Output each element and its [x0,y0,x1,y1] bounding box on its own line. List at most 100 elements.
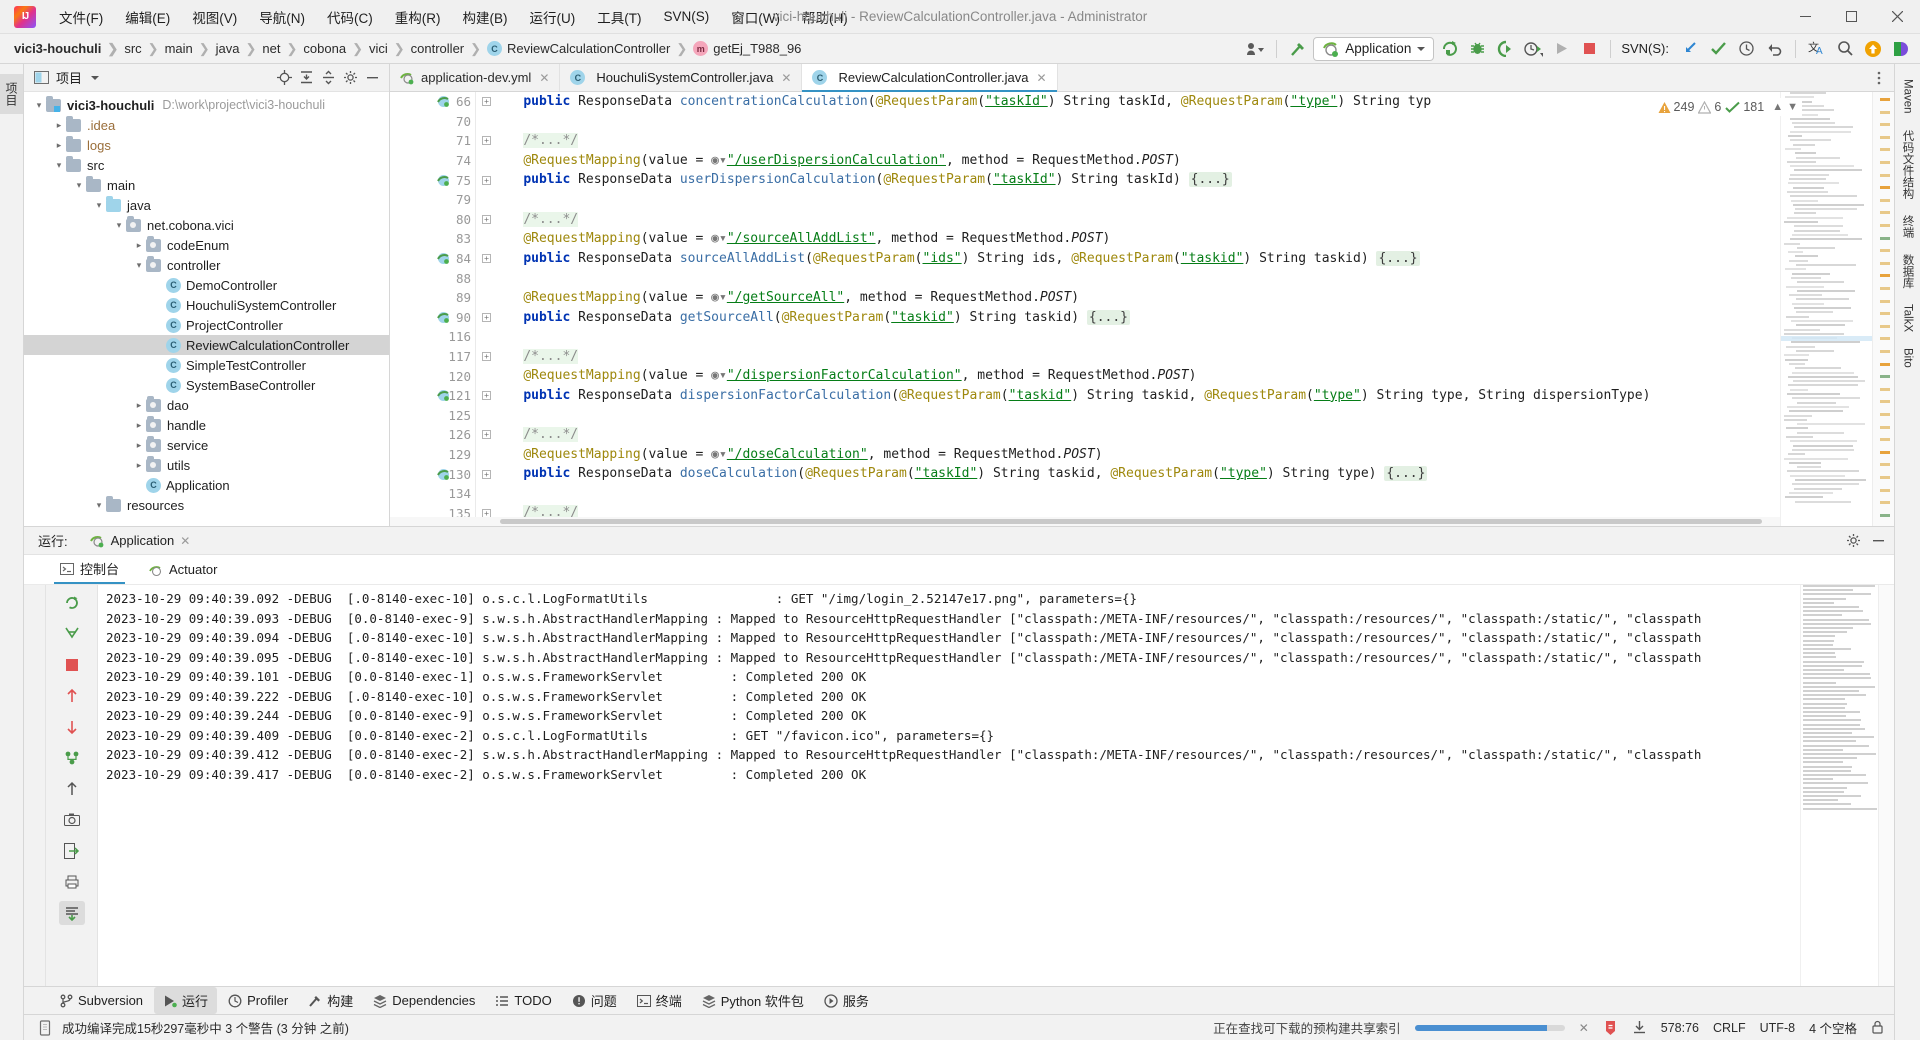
chevron-right-icon[interactable]: ▸ [52,120,66,131]
menu-file[interactable]: 文件(F) [48,3,114,31]
run-subtabs[interactable]: 控制台 Actuator [24,555,1894,585]
gutter-line-117[interactable]: 117 + [390,347,475,367]
run-subtab-console[interactable]: 控制台 [54,555,125,584]
editor-horizontal-scrollbar[interactable] [390,517,1780,526]
chevron-right-icon[interactable]: ▸ [132,420,146,431]
tool-window-dependencies[interactable]: Dependencies [364,989,484,1012]
editor-tab-review-calculation-controller[interactable]: C ReviewCalculationController.java ✕ [802,64,1057,91]
breadcrumb-method[interactable]: m getEj_T988_96 [693,41,801,56]
settings-icon[interactable] [339,68,361,88]
stripe-tab-bito[interactable]: Bito [1898,341,1918,375]
web-url-icon[interactable]: ◉▾ [711,231,727,246]
chevron-right-icon[interactable]: ▸ [132,240,146,251]
menu-navigate[interactable]: 导航(N) [248,3,316,31]
build-hammer-icon[interactable] [1285,37,1311,61]
caret-position[interactable]: 578:76 [1661,1021,1699,1035]
menu-refactor[interactable]: 重构(R) [384,3,452,31]
gutter-line-70[interactable]: 70 [390,112,475,132]
tree-node-reviewcalculationcontroller[interactable]: C ReviewCalculationController [24,335,389,355]
tool-window-build[interactable]: 构建 [299,987,362,1014]
code-line-126[interactable]: /*...*/ [492,425,1894,445]
warnings-badge[interactable]: 249 [1658,100,1695,114]
chevron-right-icon[interactable]: ▸ [132,460,146,471]
tree-node-application[interactable]: C Application [24,475,389,495]
collapse-all-icon[interactable] [317,68,339,88]
code-line-117[interactable]: /*...*/ [492,347,1894,367]
menu-view[interactable]: 视图(V) [181,3,248,31]
typos-badge[interactable]: 181 [1725,100,1764,114]
debug-icon[interactable] [1464,37,1490,61]
run-gutter-icon[interactable] [437,468,450,481]
tool-window-subversion[interactable]: Subversion [50,989,152,1012]
breadcrumb-src[interactable]: src ❯ [124,41,164,57]
svn-history-icon[interactable] [1733,37,1759,61]
svn-commit-icon[interactable] [1705,37,1731,61]
run-tab-application[interactable]: Application ✕ [82,530,199,551]
run-gutter-icon[interactable] [437,95,450,108]
up-icon-2[interactable] [59,777,85,801]
close-tab-icon[interactable]: ✕ [1037,71,1047,85]
tree-node-simpletestcontroller[interactable]: C SimpleTestController [24,355,389,375]
breadcrumb-vici[interactable]: vici ❯ [369,41,411,57]
window-controls[interactable] [1782,0,1920,34]
gutter-line-71[interactable]: 71 + [390,131,475,151]
gutter-line-121[interactable]: 121 + [390,386,475,406]
gutter-line-120[interactable]: 120 [390,366,475,386]
code-line-125[interactable] [492,406,1894,426]
download-icon[interactable] [1632,1020,1647,1035]
bottom-tool-window-bar[interactable]: Subversion 运行 Profiler 构建 Dependencies T… [24,986,1894,1014]
breadcrumb-cobona[interactable]: cobona ❯ [303,41,369,57]
gutter-line-75[interactable]: 75 + [390,170,475,190]
chevron-down-icon[interactable]: ▾ [92,500,106,511]
web-url-icon[interactable]: ◉▾ [711,290,727,305]
svn-revert-icon[interactable] [1761,37,1787,61]
tree-node-handle[interactable]: ▸ handle [24,415,389,435]
run-gutter-icon[interactable] [437,389,450,402]
tree-node-resources[interactable]: ▾ resources [24,495,389,515]
gutter-line-84[interactable]: 84 + [390,249,475,269]
code-line-84[interactable]: public ResponseData sourceAllAddList(@Re… [492,249,1894,269]
tree-node-utils[interactable]: ▸ utils [24,455,389,475]
code-line-134[interactable] [492,484,1894,504]
run-subtab-actuator[interactable]: Actuator [143,558,223,581]
breadcrumb-class[interactable]: C ReviewCalculationController ❯ [487,41,693,57]
menu-help[interactable]: 帮助(H) [791,3,859,31]
close-tab-icon[interactable]: ✕ [781,71,791,85]
stripe-tab-maven[interactable]: Maven [1898,72,1918,121]
thread-dump-icon[interactable] [59,746,85,770]
user-dropdown-icon[interactable] [1242,37,1268,61]
menu-window[interactable]: 窗口(W) [720,3,791,31]
code-line-116[interactable] [492,327,1894,347]
rerun-icon[interactable] [1436,37,1462,61]
close-button[interactable] [1874,0,1920,34]
camera-icon[interactable] [59,808,85,832]
chevron-down-icon[interactable]: ▾ [32,100,46,111]
stripe-tab-project[interactable]: 项目 [0,74,23,114]
breadcrumb-project[interactable]: vici3-houchuli ❯ [14,41,124,57]
expand-all-icon[interactable] [295,68,317,88]
menu-bar[interactable]: 文件(F) 编辑(E) 视图(V) 导航(N) 代码(C) 重构(R) 构建(B… [48,0,859,34]
file-encoding[interactable]: UTF-8 [1760,1021,1795,1035]
code-line-74[interactable]: @RequestMapping(value = ◉▾"/userDispersi… [492,151,1894,171]
export-icon[interactable] [59,839,85,863]
gutter-line-129[interactable]: 129 [390,445,475,465]
update-available-icon[interactable] [1860,37,1886,61]
code-line-88[interactable] [492,268,1894,288]
line-separator[interactable]: CRLF [1713,1021,1746,1035]
locate-icon[interactable] [273,68,295,88]
run-tool-buttons[interactable] [46,585,98,986]
profiler-icon[interactable] [1520,37,1546,61]
chevron-right-icon[interactable]: ▸ [132,400,146,411]
scroll-to-end-icon[interactable] [59,901,85,925]
console-output[interactable]: 2023-10-29 09:40:39.092 -DEBUG [.0-8140-… [98,585,1800,986]
gutter-line-125[interactable]: 125 [390,406,475,426]
chevron-down-icon[interactable]: ▾ [72,180,86,191]
breadcrumb-java[interactable]: java ❯ [216,41,263,57]
memory-icon[interactable] [38,1020,52,1036]
chevron-right-icon[interactable]: ▸ [132,440,146,451]
code-viewport[interactable]: 66 +70 71 +74 75 +79 80 +83 84 +88 89 90 +116 117 +120… [390,92,1894,526]
web-url-icon[interactable]: ◉▾ [711,447,727,462]
gutter-line-116[interactable]: 116 [390,327,475,347]
pause-icon[interactable] [59,622,85,646]
stripe-tab-terminal[interactable]: 终端 [1896,208,1920,245]
